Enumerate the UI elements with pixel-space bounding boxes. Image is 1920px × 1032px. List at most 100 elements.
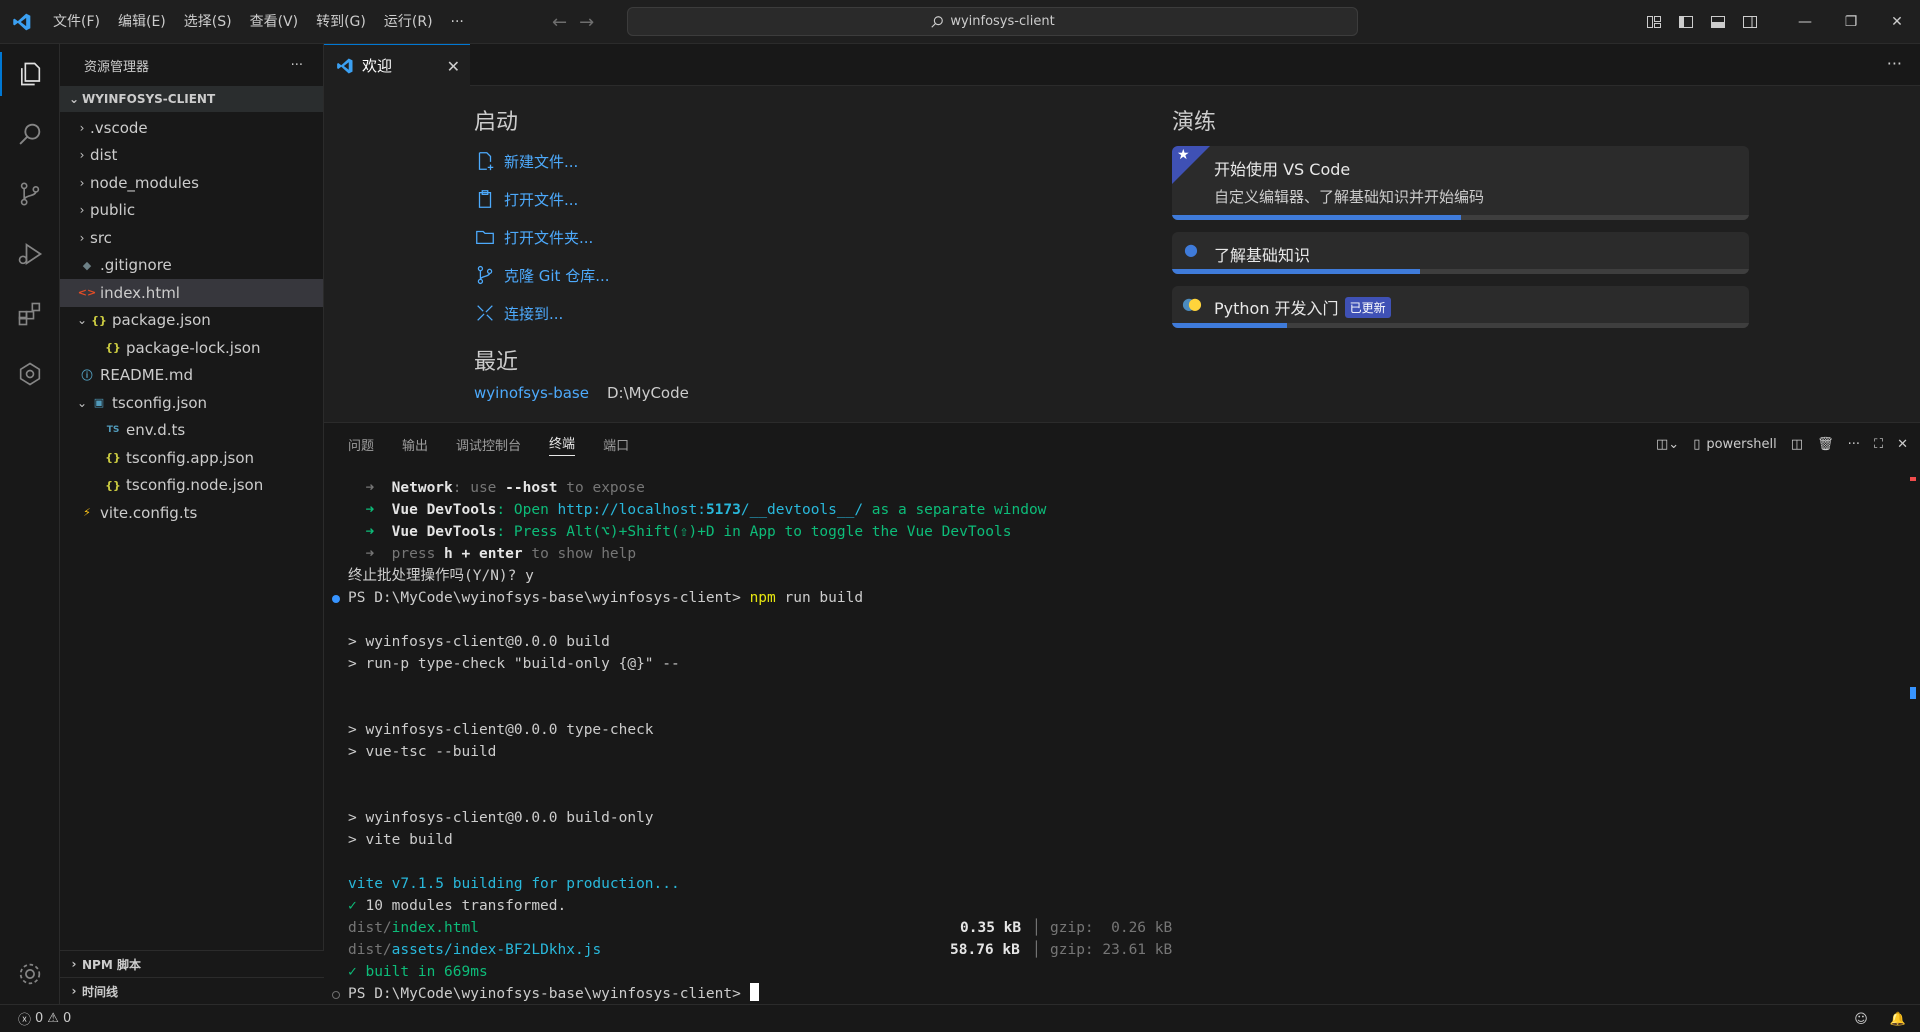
tab-debug-console[interactable]: 调试控制台: [456, 435, 521, 454]
remote-explorer-icon[interactable]: [0, 344, 60, 404]
tree-item-package-lock[interactable]: {} package-lock.json: [60, 334, 323, 362]
terminal-line: dist/index.html 0.35 kB │ gzip: 0.26 kB: [348, 920, 1173, 936]
trash-icon[interactable]: 🗑: [1817, 437, 1834, 452]
tree-item-index-html[interactable]: <> index.html: [60, 279, 323, 307]
settings-gear-icon[interactable]: [0, 944, 60, 1004]
section-label: NPM 脚本: [82, 957, 141, 972]
warning-count: 0: [62, 1011, 72, 1026]
tab-welcome[interactable]: 欢迎 ✕: [324, 44, 470, 86]
run-debug-icon[interactable]: [0, 224, 60, 284]
link-label: 连接到...: [504, 304, 564, 323]
close-panel-icon[interactable]: ✕: [1897, 437, 1908, 452]
menu-edit[interactable]: 编辑(E): [109, 0, 175, 44]
tree-item-tsconfig[interactable]: ⌄ ▣ tsconfig.json: [60, 389, 323, 417]
tree-item-label: public: [90, 201, 136, 220]
menu-more[interactable]: ···: [442, 0, 473, 44]
progress-fill: [1172, 269, 1421, 274]
status-right: ☺ 🔔: [1854, 1005, 1906, 1032]
explorer-header: 资源管理器 ···: [60, 44, 323, 86]
tree-item-src[interactable]: › src: [60, 224, 323, 252]
tree-item-vite-config[interactable]: ⚡ vite.config.ts: [60, 499, 323, 527]
clone-git-link[interactable]: 克隆 Git 仓库...: [474, 256, 689, 294]
terminal-shell-selector[interactable]: ▯ powershell: [1693, 437, 1777, 452]
command-pending-dot[interactable]: [332, 991, 340, 999]
terminal-line: dist/assets/index-BF2LDkhx.js 58.76 kB │ g…: [348, 942, 1173, 958]
close-icon[interactable]: ✕: [447, 57, 460, 76]
menu-run[interactable]: 运行(R): [375, 0, 442, 44]
tree-item-gitignore[interactable]: ◆ .gitignore: [60, 252, 323, 280]
card-subtitle: 自定义编辑器、了解基础知识并开始编码: [1214, 188, 1485, 206]
command-center-search[interactable]: wyinfosys-client: [627, 7, 1358, 36]
ts-file-icon: TS: [106, 425, 120, 436]
terminal-line: > wyinfosys-client@0.0.0 build-only: [348, 810, 654, 826]
tree-item-label: package-lock.json: [126, 338, 261, 357]
link-label: 新建文件...: [504, 152, 579, 171]
tree-item-tsconfig-node[interactable]: {} tsconfig.node.json: [60, 472, 323, 500]
walkthrough-card-vscode[interactable]: ★ 开始使用 VS Code 自定义编辑器、了解基础知识并开始编码: [1172, 146, 1749, 220]
vscode-logo-icon: [0, 0, 44, 44]
copilot-icon[interactable]: ☺: [1854, 1012, 1868, 1027]
editor-more-icon[interactable]: ···: [1887, 54, 1902, 73]
workspace-section[interactable]: ⌄ WYINFOSYS-CLIENT: [60, 86, 323, 112]
tree-item-env-d-ts[interactable]: TS env.d.ts: [60, 417, 323, 445]
notifications-bell-icon[interactable]: 🔔: [1890, 1012, 1906, 1027]
tsconfig-file-icon: ▣: [93, 396, 105, 410]
terminal-line: ➜ Vue DevTools: Open http://localhost:51…: [348, 502, 1047, 518]
card-title: 开始使用 VS Code: [1214, 160, 1351, 179]
menu-file[interactable]: 文件(F): [44, 0, 109, 44]
tab-terminal[interactable]: 终端: [549, 433, 576, 456]
file-tree: › .vscode › dist › node_modules › public…: [60, 112, 323, 527]
more-actions-icon[interactable]: ···: [1848, 437, 1860, 452]
new-file-link[interactable]: 新建文件...: [474, 142, 689, 180]
tree-item-public[interactable]: › public: [60, 197, 323, 225]
tree-item-dist[interactable]: › dist: [60, 142, 323, 170]
command-success-dot[interactable]: [332, 595, 340, 603]
open-folder-link[interactable]: 打开文件夹...: [474, 218, 689, 256]
forward-arrow-icon[interactable]: →: [579, 12, 594, 33]
close-window-icon[interactable]: ✕: [1874, 0, 1920, 44]
tab-output[interactable]: 输出: [402, 435, 428, 454]
chevron-right-icon: ›: [71, 984, 77, 998]
timeline-section[interactable]: › 时间线: [60, 977, 324, 1004]
search-activity-icon[interactable]: [0, 104, 60, 164]
open-file-link[interactable]: 打开文件...: [474, 180, 689, 218]
start-heading: 启动: [474, 110, 519, 135]
tree-item-readme[interactable]: ⓘ README.md: [60, 362, 323, 390]
remote-connect-icon: [477, 305, 493, 321]
tree-item-node-modules[interactable]: › node_modules: [60, 169, 323, 197]
customize-layout-icon[interactable]: [1638, 0, 1670, 44]
back-arrow-icon[interactable]: ←: [552, 12, 567, 33]
walkthrough-card-python[interactable]: ●● Python 开发入门 已更新: [1172, 286, 1749, 328]
maximize-panel-icon[interactable]: ⛶: [1874, 437, 1883, 452]
toggle-panel-icon[interactable]: [1702, 0, 1734, 44]
title-bar: 文件(F) 编辑(E) 选择(S) 查看(V) 转到(G) 运行(R) ··· …: [0, 0, 1920, 44]
terminal-icon: ▯: [1693, 436, 1701, 452]
explorer-icon[interactable]: [0, 44, 60, 104]
explorer-more-icon[interactable]: ···: [291, 58, 303, 73]
terminal-scrollbar[interactable]: [1908, 477, 1918, 997]
tree-item-vscode[interactable]: › .vscode: [60, 114, 323, 142]
toggle-secondary-sidebar-icon[interactable]: [1734, 0, 1766, 44]
tree-item-tsconfig-app[interactable]: {} tsconfig.app.json: [60, 444, 323, 472]
tree-item-label: node_modules: [90, 173, 199, 192]
connect-to-link[interactable]: 连接到...: [474, 294, 689, 332]
toggle-primary-sidebar-icon[interactable]: [1670, 0, 1702, 44]
chevron-right-icon: ›: [79, 175, 85, 190]
tab-problems[interactable]: 问题: [348, 435, 374, 454]
restore-icon[interactable]: ❐: [1828, 0, 1874, 44]
tab-ports[interactable]: 端口: [603, 435, 629, 454]
split-terminal-icon[interactable]: ◫: [1791, 437, 1803, 452]
menu-view[interactable]: 查看(V): [241, 0, 308, 44]
errors-indicator[interactable]: ⓧ 0 ⚠ 0: [18, 1009, 71, 1028]
recent-project-link[interactable]: wyinofsys-base: [474, 384, 589, 402]
extensions-icon[interactable]: [0, 284, 60, 344]
new-terminal-layout-icon[interactable]: ◫⌄: [1656, 437, 1679, 452]
minimize-icon[interactable]: —: [1782, 0, 1828, 44]
tree-item-package-json[interactable]: ⌄ {} package.json: [60, 307, 323, 335]
terminal-output[interactable]: ➜ Network: use --host to expose ➜ Vue De…: [324, 477, 1904, 1002]
menu-go[interactable]: 转到(G): [307, 0, 375, 44]
source-control-icon[interactable]: [0, 164, 60, 224]
npm-scripts-section[interactable]: › NPM 脚本: [60, 950, 324, 977]
menu-selection[interactable]: 选择(S): [175, 0, 241, 44]
walkthrough-card-basics[interactable]: ● 了解基础知识: [1172, 232, 1749, 274]
